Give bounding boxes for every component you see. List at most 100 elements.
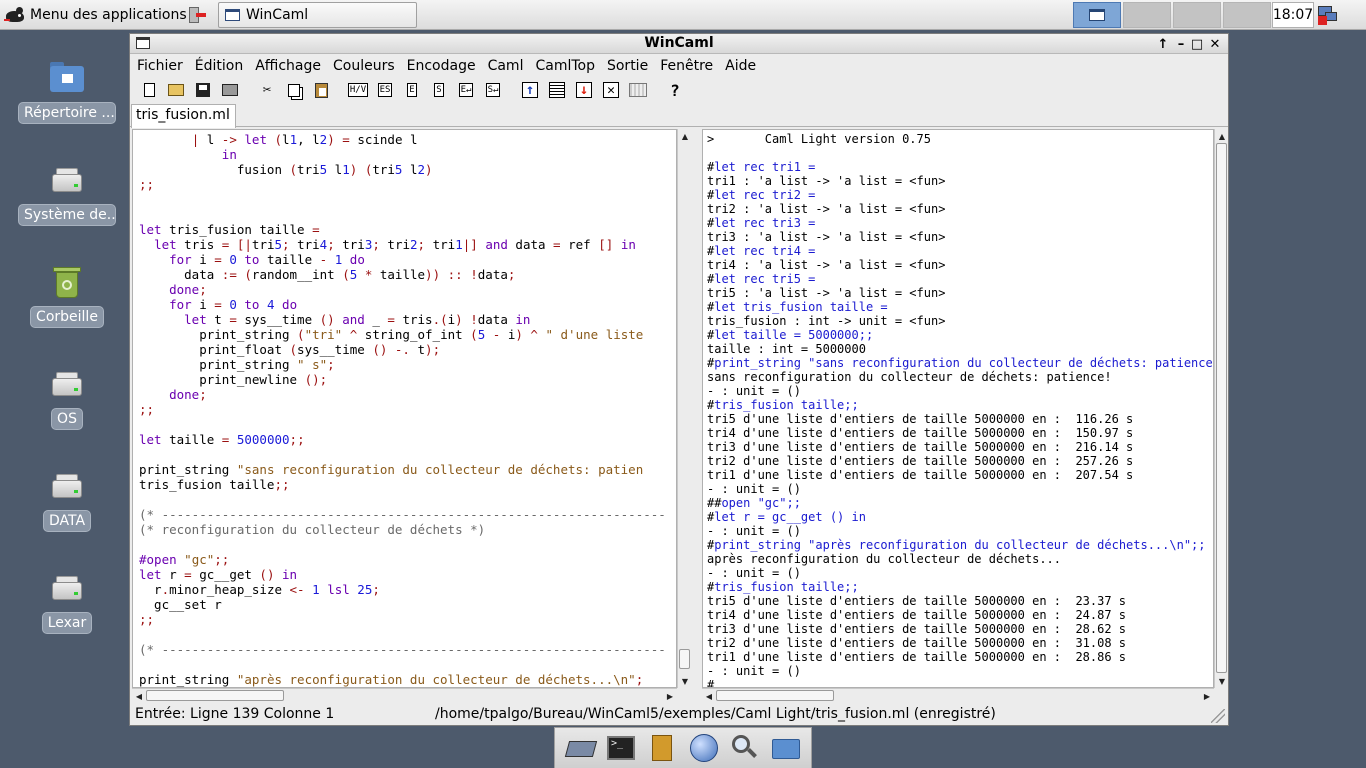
menu-affichage[interactable]: Affichage — [255, 58, 321, 74]
scroll-right-icon[interactable]: ▶ — [1200, 689, 1214, 703]
file-cabinet-icon[interactable] — [645, 733, 679, 763]
desktop-icon-lexar[interactable]: Lexar — [14, 570, 120, 634]
menu-fenetre[interactable]: Fenêtre — [660, 58, 713, 74]
desktop-icon-label: Corbeille — [30, 306, 104, 328]
show-s-button[interactable]: S — [428, 79, 450, 101]
console-horizontal-scrollbar[interactable]: ◀ ▶ — [702, 688, 1214, 702]
scrollbar-thumb[interactable] — [716, 690, 834, 701]
toplevel-output-pane[interactable]: > Caml Light version 0.75 #let rec tri1 … — [702, 129, 1214, 688]
scroll-right-icon[interactable]: ▶ — [663, 689, 677, 703]
taskbar-item-label: WinCaml — [246, 7, 309, 23]
scroll-left-icon[interactable]: ◀ — [702, 689, 716, 703]
arrow-up-icon: ↑ — [522, 82, 538, 98]
desktop-icon-os[interactable]: OS — [14, 366, 120, 430]
network-disconnected-icon[interactable] — [1316, 3, 1340, 27]
taskbar-item-wincaml[interactable]: WinCaml — [218, 2, 417, 28]
editor-vertical-scrollbar[interactable]: ▲ ▼ — [677, 129, 691, 688]
clock[interactable]: 18:07 — [1272, 2, 1314, 28]
applications-menu-label: Menu des applications — [30, 7, 187, 23]
scroll-left-icon[interactable]: ◀ — [132, 689, 146, 703]
graphics-button[interactable] — [627, 79, 649, 101]
menu-caml[interactable]: Caml — [488, 58, 524, 74]
cursor-position: Entrée: Ligne 139 Colonne 1 — [135, 706, 335, 722]
workspace-1[interactable] — [1073, 2, 1121, 28]
scissors-icon: ✂ — [262, 82, 272, 98]
scroll-up-icon[interactable]: ▲ — [678, 129, 692, 143]
pane-splitter[interactable] — [691, 129, 701, 703]
menu-edition[interactable]: Édition — [195, 58, 243, 74]
scroll-down-icon[interactable]: ▼ — [1215, 674, 1229, 688]
tab-tris-fusion[interactable]: tris_fusion.ml — [131, 104, 236, 128]
desktop-icon-home[interactable]: Répertoire ... — [14, 60, 120, 124]
console-vertical-scrollbar[interactable]: ▲ ▼ — [1214, 129, 1228, 688]
search-icon[interactable] — [728, 733, 762, 763]
scroll-down-icon[interactable]: ▼ — [678, 674, 692, 688]
workspace-4[interactable] — [1223, 2, 1271, 28]
desktop-icon-label: OS — [51, 408, 83, 430]
scroll-up-icon[interactable]: ▲ — [1215, 129, 1229, 143]
removable-drive-icon — [50, 570, 84, 604]
new-file-button[interactable] — [138, 79, 160, 101]
file-path: /home/tpalgo/Bureau/WinCaml5/exemples/Ca… — [435, 706, 996, 722]
menu-fichier[interactable]: Fichier — [137, 58, 183, 74]
save-button[interactable] — [192, 79, 214, 101]
dock: >_ — [554, 727, 812, 768]
window-thumbnail-icon — [1089, 9, 1105, 21]
window-titlebar[interactable]: WinCaml ↑ – □ ✕ — [130, 34, 1228, 54]
close-button[interactable]: ✕ — [1206, 34, 1224, 54]
scrollbar-thumb[interactable] — [146, 690, 284, 701]
workspace-3[interactable] — [1173, 2, 1221, 28]
help-button[interactable]: ? — [664, 79, 686, 101]
editor-pane[interactable]: | l -> let (l1, l2) = scinde l in fusion… — [132, 129, 677, 688]
help-icon: ? — [670, 80, 680, 100]
home-folder-icon — [50, 60, 84, 94]
open-file-button[interactable] — [165, 79, 187, 101]
menu-encodage[interactable]: Encodage — [407, 58, 476, 74]
close-icon: ✕ — [1209, 36, 1221, 52]
paste-button[interactable] — [310, 79, 332, 101]
cut-button[interactable]: ✂ — [256, 79, 278, 101]
folder-icon[interactable] — [769, 733, 803, 763]
interrupt-button[interactable]: ✕ — [600, 79, 622, 101]
show-es-button[interactable]: ES — [374, 79, 396, 101]
s-return-button[interactable]: S↵ — [482, 79, 504, 101]
system-tray — [1316, 3, 1340, 27]
arrow-up-icon: ↑ — [1157, 36, 1169, 52]
menu-camltop[interactable]: CamlTop — [535, 58, 595, 74]
editor-horizontal-scrollbar[interactable]: ◀ ▶ — [132, 688, 677, 702]
resize-grip-icon[interactable] — [1211, 709, 1225, 723]
send-all-button[interactable] — [546, 79, 568, 101]
terminal-icon[interactable]: >_ — [604, 733, 638, 763]
workspace-2[interactable] — [1123, 2, 1171, 28]
maximize-button[interactable]: □ — [1188, 34, 1206, 54]
open-folder-icon — [168, 84, 184, 96]
stop-icon: ✕ — [603, 82, 619, 98]
applications-menu-button[interactable]: Menu des applications — [4, 2, 187, 28]
desktop-icon-trash[interactable]: Corbeille — [14, 264, 120, 328]
scrollbar-thumb[interactable] — [1216, 143, 1227, 673]
logout-button[interactable] — [183, 3, 211, 27]
menu-aide[interactable]: Aide — [725, 58, 756, 74]
split-hv-button[interactable]: H/V — [347, 79, 369, 101]
shade-button[interactable]: ↑ — [1154, 34, 1172, 54]
menu-couleurs[interactable]: Couleurs — [333, 58, 395, 74]
menu-sortie[interactable]: Sortie — [607, 58, 648, 74]
editor-code[interactable]: | l -> let (l1, l2) = scinde l in fusion… — [139, 132, 666, 687]
send-down-button[interactable]: ↓ — [573, 79, 595, 101]
xfce-mouse-icon — [4, 5, 26, 25]
logout-icon — [188, 6, 206, 24]
desktop-icon-filesystem[interactable]: Système de... — [14, 162, 120, 226]
scrollbar-thumb[interactable] — [679, 649, 690, 669]
print-button[interactable] — [219, 79, 241, 101]
minimize-icon: – — [1177, 36, 1185, 52]
copy-button[interactable] — [283, 79, 305, 101]
desktop-icon-label: Système de... — [18, 204, 116, 226]
send-up-button[interactable]: ↑ — [519, 79, 541, 101]
s-return-label: S↵ — [485, 83, 501, 97]
toplevel-output[interactable]: > Caml Light version 0.75 #let rec tri1 … — [707, 132, 1213, 687]
web-browser-icon[interactable] — [687, 733, 721, 763]
show-e-button[interactable]: E — [401, 79, 423, 101]
desktop-icon-data[interactable]: DATA — [14, 468, 120, 532]
e-return-button[interactable]: E↵ — [455, 79, 477, 101]
show-desktop-icon[interactable] — [563, 733, 597, 763]
